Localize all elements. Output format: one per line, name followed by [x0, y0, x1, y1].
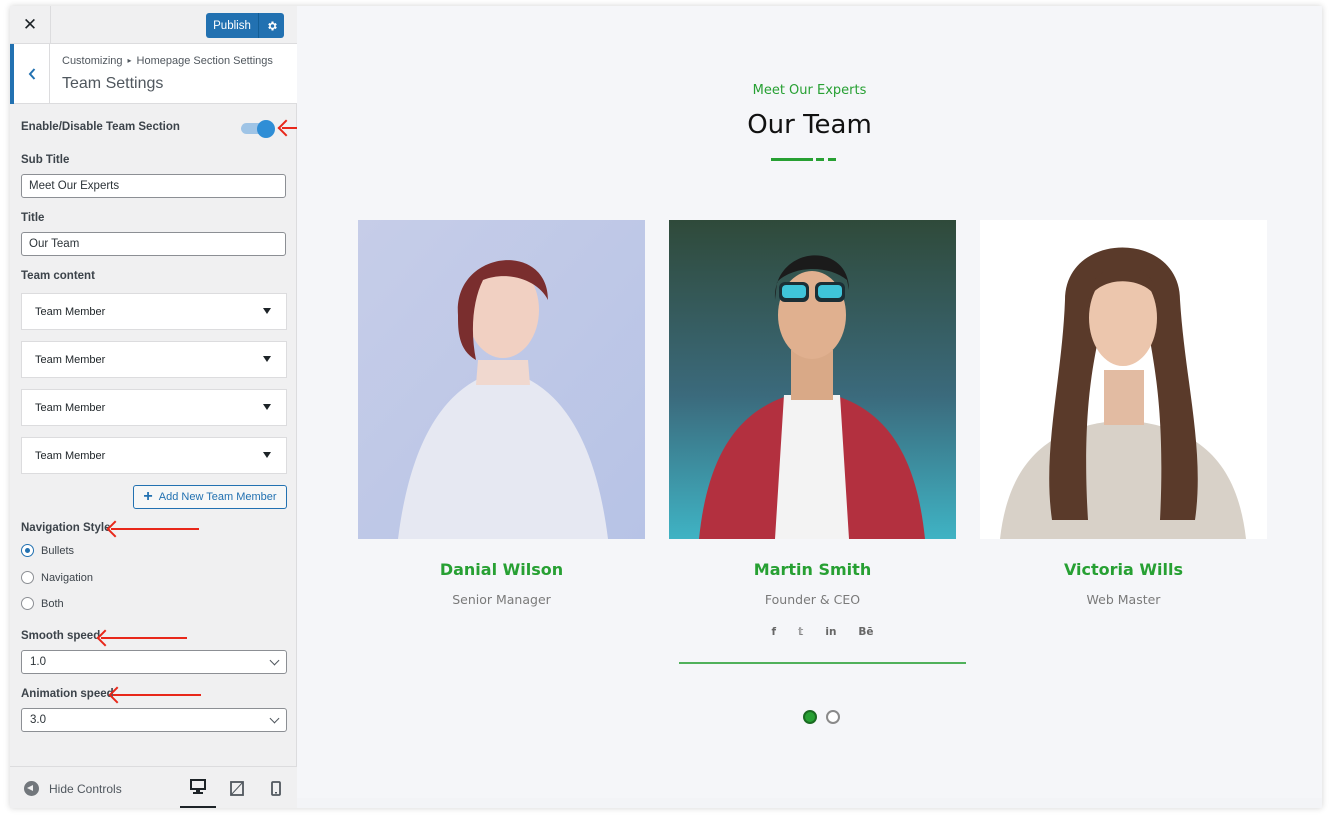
- customizer-window: ✕ Publish Customizing ▸ Homepage Section S…: [10, 6, 1322, 808]
- team-member-label: Team Member: [35, 305, 106, 318]
- animation-speed-label: Animation speed: [21, 688, 114, 700]
- annotation-arrow: [101, 637, 187, 639]
- close-icon: ✕: [22, 15, 38, 35]
- team-member-role: Senior Manager: [452, 592, 551, 607]
- breadcrumb: Customizing ▸ Homepage Section Settings: [62, 55, 273, 67]
- plus-icon: +: [143, 488, 153, 505]
- navigation-style-label: Navigation Style: [21, 522, 111, 534]
- publish-settings-button[interactable]: [258, 13, 284, 38]
- social-links: f 𝕥 in Bē: [679, 626, 966, 638]
- add-team-member-label: Add New Team Member: [158, 491, 277, 503]
- breadcrumb-root: Customizing: [62, 55, 123, 67]
- mobile-icon: [271, 780, 281, 796]
- mobile-preview-button[interactable]: [258, 767, 294, 808]
- team-member-role: Web Master: [1086, 592, 1161, 607]
- subtitle-label: Sub Title: [21, 154, 70, 166]
- chevron-down-icon: [269, 655, 280, 666]
- caret-down-icon: [263, 452, 271, 458]
- back-button[interactable]: [10, 44, 50, 104]
- team-photo: [980, 220, 1267, 539]
- desktop-icon: [190, 779, 206, 794]
- select-value: 3.0: [30, 714, 46, 726]
- team-member-name: Victoria Wills: [1063, 560, 1184, 579]
- radio-both[interactable]: Both: [21, 597, 64, 610]
- team-member-item[interactable]: Team Member: [21, 341, 287, 378]
- breadcrumb-section: Homepage Section Settings: [136, 55, 273, 67]
- subtitle-input[interactable]: Meet Our Experts: [21, 174, 286, 198]
- close-button[interactable]: ✕: [10, 6, 51, 44]
- carousel-bullet[interactable]: [826, 710, 840, 724]
- team-member-name: Martin Smith: [753, 560, 872, 579]
- team-member-item[interactable]: Team Member: [21, 293, 287, 330]
- radio-label: Bullets: [41, 544, 75, 557]
- page-title: Team Settings: [62, 75, 164, 92]
- carousel-bullet-active[interactable]: [803, 710, 817, 724]
- gear-icon: [267, 21, 277, 30]
- behance-icon[interactable]: Bē: [858, 626, 873, 638]
- caret-down-icon: [263, 356, 271, 362]
- team-member-item[interactable]: Team Member: [21, 437, 287, 474]
- team-photo: [669, 220, 956, 539]
- select-value: 1.0: [30, 656, 46, 668]
- team-member-item[interactable]: Team Member: [21, 389, 287, 426]
- title-underline: [771, 158, 813, 161]
- section-header: Customizing ▸ Homepage Section Settings Te…: [10, 44, 297, 104]
- linkedin-icon[interactable]: in: [825, 626, 836, 638]
- annotation-arrow: [113, 694, 201, 696]
- customizer-sidebar: ✕ Publish Customizing ▸ Homepage Section S…: [10, 6, 297, 808]
- annotation-arrow: [111, 528, 199, 530]
- title-underline-dash: [816, 158, 824, 161]
- animation-speed-select[interactable]: 3.0: [21, 708, 287, 732]
- title-label: Title: [21, 212, 45, 224]
- chevron-left-icon: [28, 68, 35, 80]
- tablet-icon: [230, 780, 244, 796]
- sidebar-footer: Hide Controls: [10, 766, 297, 808]
- team-member-role: Founder & CEO: [764, 592, 861, 607]
- team-member-label: Team Member: [35, 353, 106, 366]
- card-bottom-line: [679, 662, 966, 664]
- radio-label: Both: [41, 597, 64, 610]
- publish-button-group: Publish: [206, 13, 284, 38]
- collapse-icon: [24, 781, 39, 796]
- team-subtitle: Meet Our Experts: [752, 83, 867, 98]
- tablet-preview-button[interactable]: [219, 767, 255, 808]
- hide-controls-button[interactable]: Hide Controls: [24, 781, 122, 796]
- team-member-label: Team Member: [35, 449, 106, 462]
- caret-down-icon: [263, 308, 271, 314]
- team-member-label: Team Member: [35, 401, 106, 414]
- team-title: Our Team: [747, 110, 872, 140]
- hide-controls-label: Hide Controls: [49, 781, 122, 796]
- chevron-down-icon: [269, 713, 280, 724]
- radio-button[interactable]: [21, 597, 34, 610]
- caret-down-icon: [263, 404, 271, 410]
- radio-button[interactable]: [21, 571, 34, 584]
- publish-button[interactable]: Publish: [206, 13, 258, 38]
- team-photo: [358, 220, 645, 539]
- team-content-label: Team content: [21, 270, 95, 282]
- team-member-name: Danial Wilson: [439, 560, 564, 579]
- smooth-speed-select[interactable]: 1.0: [21, 650, 287, 674]
- title-underline-dash: [828, 158, 836, 161]
- add-team-member-button[interactable]: + Add New Team Member: [133, 485, 287, 509]
- desktop-preview-button[interactable]: [180, 767, 216, 808]
- enable-team-label: Enable/Disable Team Section: [21, 121, 180, 133]
- enable-team-toggle[interactable]: [241, 120, 277, 138]
- radio-navigation[interactable]: Navigation: [21, 571, 93, 584]
- toggle-knob: [257, 120, 275, 138]
- radio-label: Navigation: [41, 571, 93, 584]
- title-input[interactable]: Our Team: [21, 232, 286, 256]
- smooth-speed-label: Smooth speed: [21, 630, 101, 642]
- sidebar-topbar: ✕ Publish: [10, 6, 297, 44]
- breadcrumb-separator-icon: ▸: [127, 56, 132, 65]
- site-preview: Meet Our Experts Our Team Danial Wilson …: [297, 6, 1322, 798]
- radio-button-checked[interactable]: [21, 544, 34, 557]
- twitter-icon[interactable]: 𝕥: [798, 626, 803, 638]
- radio-bullets[interactable]: Bullets: [21, 544, 74, 557]
- facebook-icon[interactable]: f: [771, 626, 776, 638]
